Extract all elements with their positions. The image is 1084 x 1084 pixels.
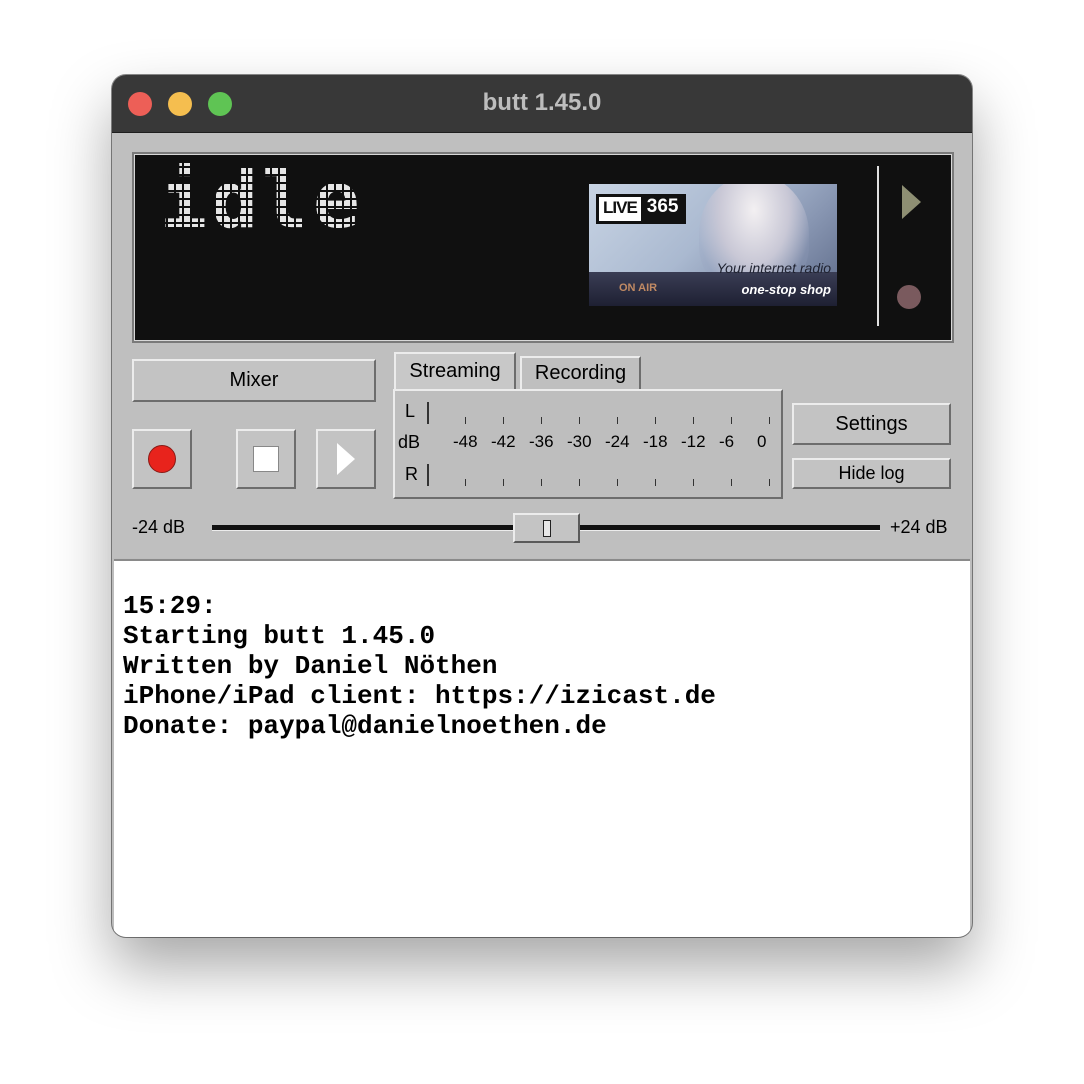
- gain-max-label: +24 dB: [890, 517, 948, 537]
- meter-tick: [769, 417, 770, 424]
- hide-log-button[interactable]: Hide log: [792, 458, 951, 489]
- meter-scale-label: -30: [567, 432, 592, 451]
- stop-button[interactable]: [236, 429, 296, 489]
- app-window: butt 1.45.0 idle LIVE 365 ON AIR Your in…: [112, 75, 972, 937]
- meter-tick: [503, 479, 504, 486]
- log-line: iPhone/iPad client: https://izicast.de: [123, 681, 716, 711]
- log-line: Donate: paypal@danielnoethen.de: [123, 711, 607, 741]
- log-line: 15:29:: [123, 591, 217, 621]
- meter-scale-label: 0: [757, 432, 767, 451]
- meter-scale-label: -48: [453, 432, 478, 451]
- stop-icon: [253, 446, 279, 472]
- meter-tick: [465, 479, 466, 486]
- ad-onair-text: ON AIR: [619, 282, 658, 294]
- settings-button[interactable]: Settings: [792, 403, 951, 445]
- meter-scale-label: -24: [605, 432, 630, 451]
- meter-right-bar: [427, 464, 773, 486]
- meter-tick: [541, 479, 542, 486]
- record-button[interactable]: [132, 429, 192, 489]
- tab-streaming[interactable]: Streaming: [394, 352, 516, 389]
- meter-tick: [579, 479, 580, 486]
- meter-tick: [655, 417, 656, 424]
- live365-logo: LIVE 365: [596, 194, 686, 224]
- meter-left-bar: [427, 402, 773, 424]
- ad-tagline-1: Your internet radio: [716, 260, 831, 276]
- play-button[interactable]: [316, 429, 376, 489]
- status-display: idle LIVE 365 ON AIR Your internet radio…: [132, 152, 954, 343]
- tab-recording[interactable]: Recording: [520, 356, 641, 389]
- meter-tick: [617, 417, 618, 424]
- window-title: butt 1.45.0: [482, 89, 602, 116]
- meter-tick: [617, 479, 618, 486]
- meter-left-label: L: [405, 401, 416, 421]
- status-text: idle: [160, 156, 364, 246]
- title-bar: butt 1.45.0: [112, 75, 972, 133]
- meter-tick: [693, 417, 694, 424]
- meter-scale-label: -12: [681, 432, 706, 451]
- meter-scale-label: -42: [491, 432, 516, 451]
- meter-tick: [503, 417, 504, 424]
- meter-right-label: R: [405, 464, 418, 484]
- meter-tick: [731, 479, 732, 486]
- meter-tick: [579, 417, 580, 424]
- meter-tick: [655, 479, 656, 486]
- log-line: Starting butt 1.45.0: [123, 621, 436, 651]
- stream-status-play-icon: [902, 185, 921, 219]
- logo-live-text: LIVE: [598, 196, 642, 222]
- meter-unit-label: dB: [398, 432, 421, 452]
- vu-meter-panel: L dB R -48 -42 -36 -30 -24 -18 -12 -6 0: [393, 389, 783, 499]
- meter-scale-label: -18: [643, 432, 668, 451]
- display-divider: [877, 166, 879, 326]
- meter-tick: [541, 417, 542, 424]
- gain-min-label: -24 dB: [132, 517, 186, 537]
- meter-tick: [731, 417, 732, 424]
- ad-tagline-2: one-stop shop: [741, 282, 831, 297]
- gain-slider-thumb[interactable]: [513, 513, 580, 543]
- log-line: Written by Daniel Nöthen: [123, 651, 498, 681]
- log-panel[interactable]: 15:29: Starting butt 1.45.0 Written by D…: [114, 559, 970, 937]
- play-icon: [337, 443, 355, 475]
- logo-number-text: 365: [646, 196, 679, 217]
- record-icon: [148, 445, 176, 473]
- meter-tick: [693, 479, 694, 486]
- record-status-dot-icon: [897, 285, 921, 309]
- mixer-button[interactable]: Mixer: [132, 359, 376, 402]
- live365-ad-banner[interactable]: LIVE 365 ON AIR Your internet radio one-…: [589, 184, 837, 306]
- main-panel: idle LIVE 365 ON AIR Your internet radio…: [112, 133, 972, 558]
- slider-grip-icon: [543, 520, 551, 537]
- meter-scale-label: -6: [719, 432, 735, 451]
- meter-scale-label: -36: [529, 432, 554, 451]
- meter-tick: [769, 479, 770, 486]
- meter-tick: [465, 417, 466, 424]
